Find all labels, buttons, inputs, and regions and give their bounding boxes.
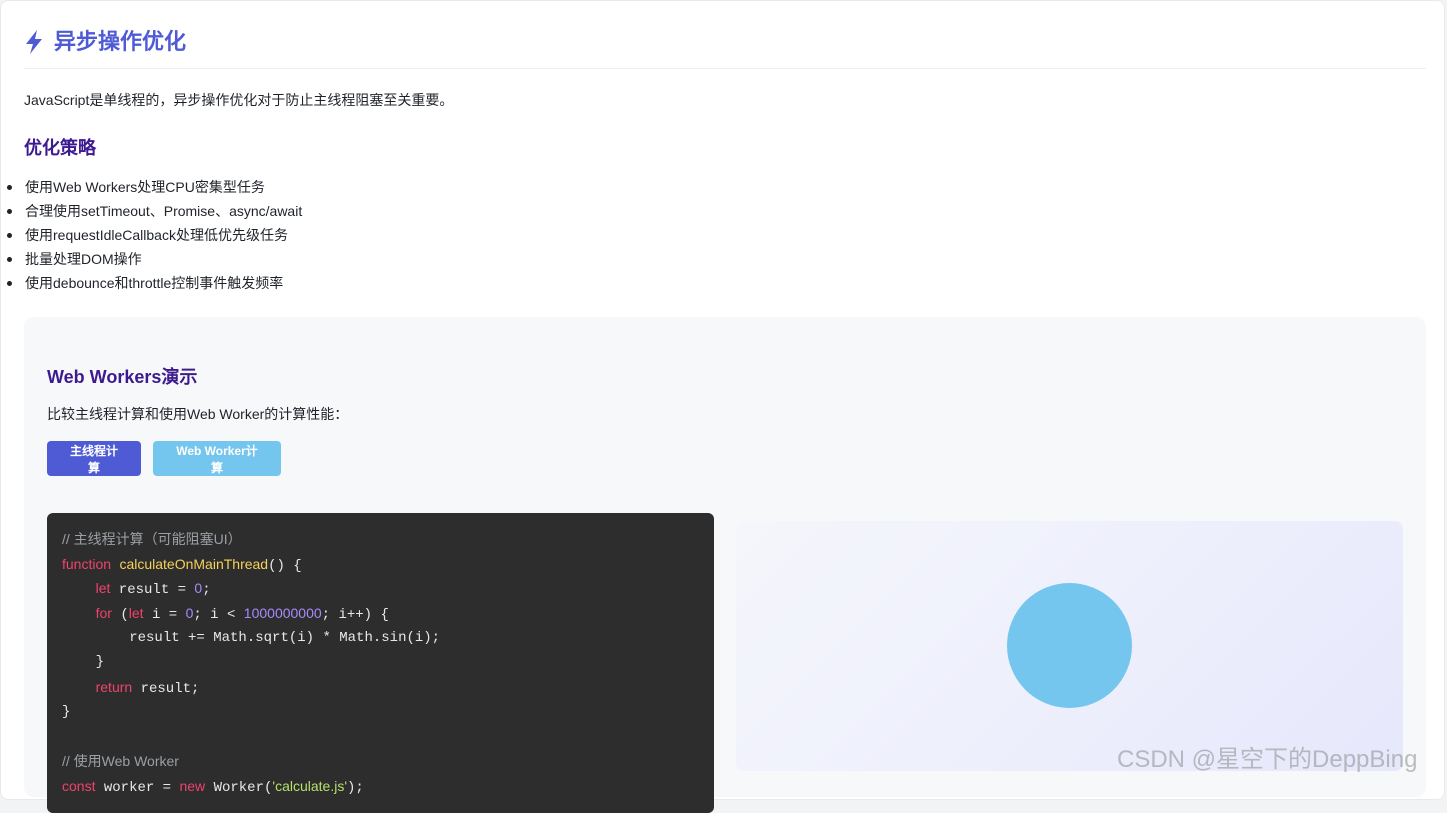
intro-text: JavaScript是单线程的，异步操作优化对于防止主线程阻塞至关重要。 <box>24 92 454 108</box>
code-text: ; i++) { <box>321 607 389 624</box>
code-text: ; <box>202 582 211 599</box>
list-item: 使用requestIdleCallback处理低优先级任务 <box>6 223 302 247</box>
code-function-name: calculateOnMainThread <box>119 555 269 572</box>
code-keyword: return <box>95 679 133 696</box>
code-text: } <box>95 654 105 671</box>
code-text: i = <box>143 607 186 624</box>
strategy-heading: 优化策略 <box>24 138 96 158</box>
demo-description: 比较主线程计算和使用Web Worker的计算性能： <box>47 406 349 422</box>
code-text: () { <box>268 557 302 574</box>
list-item: 合理使用setTimeout、Promise、async/await <box>6 199 302 223</box>
animated-ball <box>1007 583 1132 708</box>
code-comment: // 主线程计算（可能阻塞UI） <box>62 531 242 547</box>
animation-area <box>736 521 1403 771</box>
code-text: ; i < <box>193 607 244 624</box>
code-comment: // 使用Web Worker <box>62 753 179 770</box>
code-line: result += Math.sqrt(i) * Math.sin(i); <box>62 626 699 651</box>
code-text: worker = <box>95 779 180 796</box>
code-text: Worker( <box>205 779 273 796</box>
watermark: CSDN @星空下的DeppBing <box>1117 746 1418 773</box>
code-keyword: function <box>62 555 112 572</box>
code-line: function calculateOnMainThread() { <box>62 552 699 577</box>
code-line: } <box>62 700 699 725</box>
code-text: } <box>62 703 71 720</box>
code-line: const worker = new Worker('calculate.js'… <box>62 774 699 799</box>
code-keyword: let <box>95 580 111 597</box>
code-line: // 主线程计算（可能阻塞UI） <box>62 527 699 552</box>
main-thread-calc-button[interactable]: 主线程计算 <box>47 441 141 476</box>
web-worker-calc-button[interactable]: Web Worker计算 <box>153 441 281 476</box>
code-text: result; <box>132 681 200 698</box>
header-divider <box>24 68 1426 69</box>
code-line: } <box>62 650 699 675</box>
code-line: let result = 0; <box>62 576 699 601</box>
list-item: 批量处理DOM操作 <box>6 247 302 271</box>
web-workers-demo: Web Workers演示 比较主线程计算和使用Web Worker的计算性能：… <box>24 317 1426 813</box>
code-text: ); <box>347 779 364 796</box>
code-text: result = <box>110 582 195 599</box>
lightning-bolt-icon <box>24 29 44 55</box>
list-item: 使用Web Workers处理CPU密集型任务 <box>6 175 302 199</box>
code-line: // 使用Web Worker <box>62 749 699 774</box>
strategy-list: 使用Web Workers处理CPU密集型任务 合理使用setTimeout、P… <box>6 175 302 295</box>
code-keyword: let <box>128 605 144 622</box>
content-card: 异步操作优化 JavaScript是单线程的，异步操作优化对于防止主线程阻塞至关… <box>0 0 1445 813</box>
code-block: // 主线程计算（可能阻塞UI） function calculateOnMai… <box>47 513 714 813</box>
list-item: 使用debounce和throttle控制事件触发频率 <box>6 271 302 295</box>
demo-title: Web Workers演示 <box>47 367 198 387</box>
section-header: 异步操作优化 <box>24 27 186 57</box>
code-line: for (let i = 0; i < 1000000000; i++) { <box>62 601 699 626</box>
section-title: 异步操作优化 <box>54 29 187 54</box>
code-text: result += Math.sqrt(i) * Math.sin(i); <box>129 629 441 646</box>
code-number: 1000000000 <box>243 605 322 622</box>
code-text: ( <box>111 607 129 624</box>
code-line: return result; <box>62 675 699 700</box>
code-keyword: for <box>95 605 112 622</box>
